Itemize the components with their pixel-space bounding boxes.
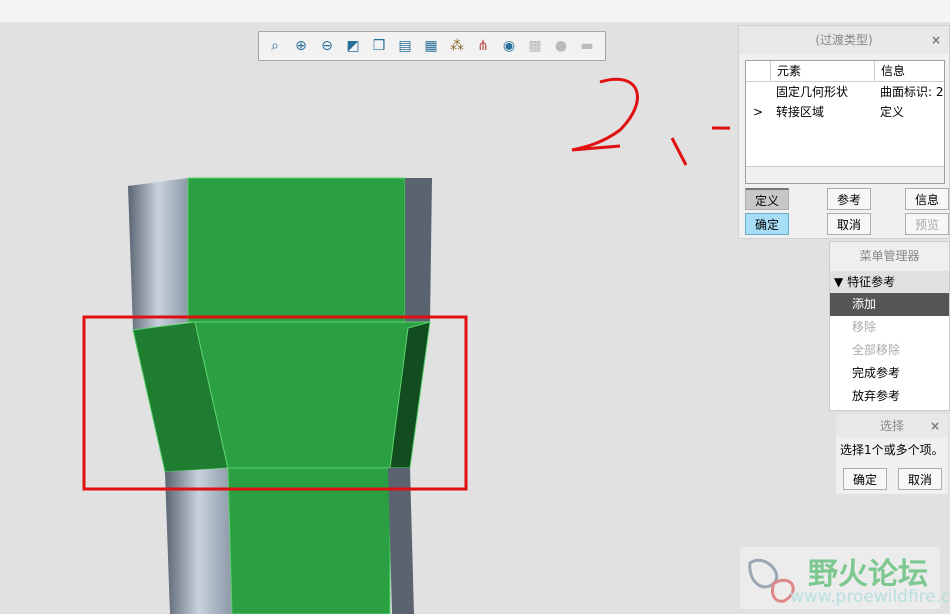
repaint-icon[interactable]: ◩ [343, 36, 363, 56]
appearance-icon: ▩ [528, 38, 542, 54]
spin-center-icon[interactable]: ⋔ [473, 36, 493, 56]
menu-manager: 菜单管理器 ▼ 特征参考 添加 移除 全部移除 完成参考 放弃参考 [829, 241, 950, 411]
model-viewport[interactable] [0, 22, 730, 614]
define-button[interactable]: 定义 [745, 188, 789, 210]
datum-display-icon[interactable]: ⁂ [447, 36, 467, 56]
zoom-in-icon[interactable]: ⊕ [291, 36, 311, 56]
close-icon[interactable]: × [931, 26, 941, 54]
menu-item-done-refs[interactable]: 完成参考 [830, 362, 949, 385]
view-toolbar: ⌕ ⊕ ⊖ ◩ ❒ ▤ ▦ ⁂ ⋔ ◉ ▩ ● ▬ [258, 31, 606, 61]
column-header: 元素 [771, 61, 875, 81]
transition-dialog: (过渡类型)× 元素信息 固定几何形状曲面标识: 24 >转接区域定义 定义 参… [738, 25, 950, 239]
saved-views-icon[interactable]: ▤ [395, 36, 415, 56]
top-bar [0, 0, 950, 22]
close-icon[interactable]: × [930, 414, 940, 438]
select-ok-button[interactable]: 确定 [843, 468, 887, 490]
cancel-button[interactable]: 取消 [827, 213, 871, 235]
select-cancel-button[interactable]: 取消 [898, 468, 942, 490]
zoom-out-icon[interactable]: ⊖ [317, 36, 337, 56]
menu-title: 菜单管理器 [830, 242, 949, 271]
column-header: 信息 [881, 64, 906, 78]
select-prompt: 选择1个或多个项。 [840, 443, 944, 457]
menu-item-quit-refs[interactable]: 放弃参考 [830, 385, 949, 408]
table-row[interactable]: 固定几何形状曲面标识: 24 [746, 82, 944, 102]
ok-button[interactable]: 确定 [745, 213, 789, 235]
menu-section: 特征参考 [847, 275, 896, 289]
table-row[interactable]: > 转接区域 定义 [746, 102, 944, 122]
top-pipe-face [187, 177, 406, 323]
zoom-fit-icon[interactable]: ⌕ [265, 36, 285, 56]
menu-item-add[interactable]: 添加 [830, 293, 949, 316]
watermark: 野火论坛 www.proewildfire.cn [740, 547, 950, 609]
menu-item-remove-all: 全部移除 [852, 343, 901, 357]
top-pipe-left-wall [128, 178, 188, 330]
elements-table: 元素信息 固定几何形状曲面标识: 24 >转接区域定义 [745, 60, 945, 184]
handwritten-annotation [571, 77, 730, 166]
references-button[interactable]: 参考 [827, 188, 871, 210]
sphere-icon: ● [554, 38, 568, 54]
select-dialog: 选择 × 选择1个或多个项。 确定 取消 [836, 414, 948, 494]
top-pipe-right-wall [405, 178, 432, 322]
horizontal-scrollbar[interactable] [746, 166, 944, 183]
view-orient-icon[interactable]: ❒ [369, 36, 389, 56]
dialog-title: (过渡类型) [815, 33, 873, 47]
preview-button: 预览 [905, 213, 949, 235]
watermark-url: www.proewildfire.cn [790, 587, 950, 607]
display-style-icon[interactable]: ▦ [421, 36, 441, 56]
menu-item-remove: 移除 [852, 320, 877, 334]
perspective-icon: ▬ [580, 38, 594, 54]
triangle-down-icon: ▼ [834, 275, 844, 289]
info-button[interactable]: 信息 [905, 188, 949, 210]
annotation-display-icon[interactable]: ◉ [499, 36, 519, 56]
